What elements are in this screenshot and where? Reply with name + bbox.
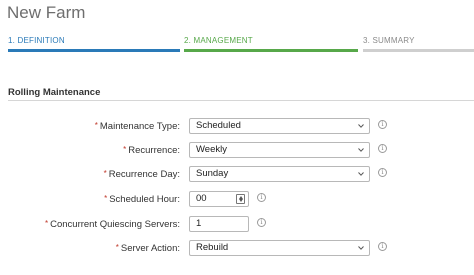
- section-divider: [8, 100, 474, 101]
- quiescing-servers-value: 1: [196, 218, 202, 229]
- step-definition[interactable]: 1. DEFINITION: [8, 36, 180, 54]
- step-management-label: 2. MANAGEMENT: [184, 36, 253, 45]
- spinner-down-icon[interactable]: [239, 199, 243, 202]
- step-summary-label: 3. SUMMARY: [363, 36, 415, 45]
- chevron-down-icon: [358, 171, 364, 177]
- quiescing-servers-input[interactable]: 1: [189, 216, 249, 232]
- scheduled-hour-row: * Scheduled Hour: 00: [0, 191, 474, 208]
- scheduled-hour-label-text: Scheduled Hour:: [109, 194, 180, 205]
- scheduled-hour-value: 00: [196, 193, 207, 204]
- recurrence-select[interactable]: Weekly: [189, 142, 370, 158]
- required-marker: *: [115, 243, 119, 252]
- chevron-down-icon: [358, 147, 364, 153]
- info-icon[interactable]: [378, 168, 387, 177]
- recurrence-day-label: * Recurrence Day:: [104, 169, 180, 180]
- step-management[interactable]: 2. MANAGEMENT: [184, 36, 358, 54]
- recurrence-row: * Recurrence: Weekly: [0, 142, 474, 159]
- recurrence-day-row: * Recurrence Day: Sunday: [0, 166, 474, 183]
- maintenance-type-value: Scheduled: [196, 120, 241, 131]
- quiescing-servers-label-text: Concurrent Quiescing Servers:: [50, 219, 180, 230]
- info-icon[interactable]: [257, 193, 266, 202]
- step-management-bar: [184, 49, 358, 52]
- step-summary[interactable]: 3. SUMMARY: [363, 36, 474, 54]
- server-action-label-text: Server Action:: [120, 243, 180, 254]
- chevron-down-icon: [358, 245, 364, 251]
- chevron-down-icon: [358, 123, 364, 129]
- required-marker: *: [103, 169, 107, 178]
- info-icon[interactable]: [378, 120, 387, 129]
- step-definition-bar: [8, 49, 180, 52]
- server-action-select[interactable]: Rebuild: [189, 240, 370, 256]
- info-icon[interactable]: [378, 144, 387, 153]
- maintenance-type-row: * Maintenance Type: Scheduled: [0, 118, 474, 135]
- section-title: Rolling Maintenance: [8, 87, 101, 98]
- required-marker: *: [44, 219, 49, 228]
- required-marker: *: [123, 145, 127, 154]
- required-marker: *: [94, 121, 98, 130]
- recurrence-label-text: Recurrence:: [128, 145, 180, 156]
- quiescing-servers-row: * Concurrent Quiescing Servers: 1: [0, 216, 474, 233]
- recurrence-day-label-text: Recurrence Day:: [108, 169, 180, 180]
- maintenance-type-label: * Maintenance Type:: [95, 121, 180, 132]
- server-action-row: * Server Action: Rebuild: [0, 240, 474, 257]
- server-action-value: Rebuild: [196, 242, 229, 253]
- info-icon[interactable]: [378, 242, 387, 251]
- recurrence-label: * Recurrence:: [123, 145, 180, 156]
- recurrence-day-value: Sunday: [196, 168, 229, 179]
- recurrence-value: Weekly: [196, 144, 227, 155]
- required-marker: *: [104, 194, 108, 203]
- spinner-icon[interactable]: [236, 194, 245, 204]
- recurrence-day-select[interactable]: Sunday: [189, 166, 370, 182]
- maintenance-type-select[interactable]: Scheduled: [189, 118, 370, 134]
- server-action-label: * Server Action:: [116, 243, 180, 254]
- step-summary-bar: [363, 49, 474, 52]
- maintenance-type-label-text: Maintenance Type:: [99, 121, 180, 132]
- page-title: New Farm: [7, 3, 86, 22]
- step-definition-label: 1. DEFINITION: [8, 36, 65, 45]
- scheduled-hour-input[interactable]: 00: [189, 191, 249, 207]
- scheduled-hour-label: * Scheduled Hour:: [104, 194, 180, 205]
- info-icon[interactable]: [257, 218, 266, 227]
- quiescing-servers-label: * Concurrent Quiescing Servers:: [45, 219, 180, 230]
- wizard-steps: 1. DEFINITION 2. MANAGEMENT 3. SUMMARY: [0, 36, 474, 54]
